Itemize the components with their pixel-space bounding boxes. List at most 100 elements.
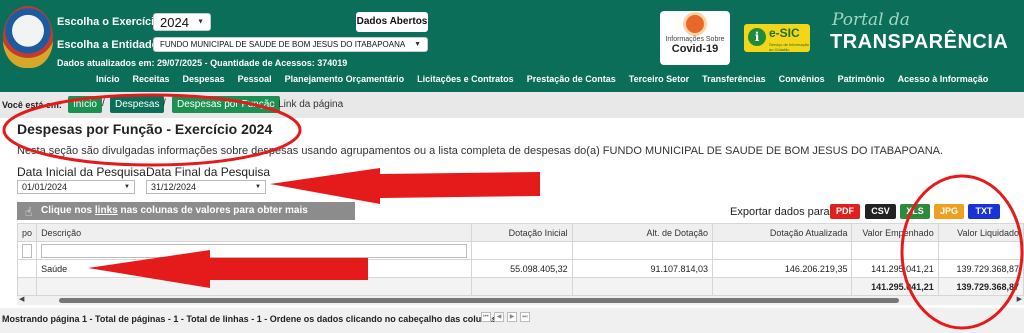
table-footer: Mostrando página 1 - Total de páginas - … — [0, 308, 1024, 333]
breadcrumb-item-despesas[interactable]: Despesas — [110, 96, 165, 113]
column-header-alteration[interactable]: Alt. de Dotação — [571, 223, 714, 242]
start-date-label: Data Inicial da Pesquisa — [17, 165, 146, 179]
entity-select[interactable]: FUNDO MUNICIPAL DE SAUDE DE BOM JESUS DO… — [153, 37, 428, 52]
menu-item-transferencias[interactable]: Transferências — [702, 74, 766, 84]
export-xls-button[interactable]: XLS — [900, 204, 930, 219]
menu-item-convenios[interactable]: Convênios — [779, 74, 825, 84]
end-date-value: 31/12/2024 — [151, 182, 197, 192]
chevron-down-icon: ▼ — [255, 184, 261, 190]
chevron-down-icon: ▼ — [124, 184, 130, 190]
expenses-table: po Descrição Dotação Inicial Alt. de Dot… — [16, 223, 1024, 296]
table-totals-row: 141.295.041,21 139.729.368,87 — [16, 277, 1024, 296]
breadcrumb-separator: / — [163, 98, 166, 109]
entity-label: Escolha a Entidade: — [57, 39, 162, 51]
total-cell — [16, 277, 38, 296]
next-page-icon[interactable]: ▶ — [507, 312, 517, 322]
hint-text-before: Clique nos — [41, 205, 95, 216]
esic-label: e-SIC — [769, 26, 800, 40]
annotation-arrow-dates — [270, 168, 540, 204]
horizontal-scrollbar[interactable]: ◀ ▶ — [17, 296, 1024, 305]
total-liquidated: 139.729.368,87 — [937, 277, 1024, 296]
menu-item-planejamento[interactable]: Planejamento Orçamentário — [285, 74, 405, 84]
info-icon: i — [748, 28, 766, 46]
filter-cell — [571, 241, 714, 260]
virus-icon — [686, 15, 704, 33]
table-cell — [16, 259, 38, 278]
export-label: Exportar dados para: — [730, 206, 833, 218]
total-cell — [571, 277, 714, 296]
page-title: Despesas por Função - Exercício 2024 — [17, 121, 273, 137]
open-data-button[interactable]: Dados Abertos — [356, 12, 428, 32]
breadcrumb-separator: / — [102, 98, 105, 109]
description-filter-input[interactable] — [41, 243, 468, 258]
menu-item-despesas[interactable]: Despesas — [183, 74, 225, 84]
covid-small-text: Informações Sobre — [665, 36, 725, 43]
breadcrumb-item-inicio[interactable]: Início — [68, 96, 102, 113]
table-header-row: po Descrição Dotação Inicial Alt. de Dot… — [16, 223, 1024, 242]
esic-button[interactable]: i e-SIC Serviço de Informação ao Cidadão — [744, 24, 810, 52]
first-page-icon[interactable]: ⏮ — [481, 312, 491, 322]
export-pdf-button[interactable]: PDF — [830, 204, 860, 219]
menu-item-licitacoes[interactable]: Licitações e Contratos — [417, 74, 514, 84]
column-header[interactable]: po — [16, 223, 38, 242]
table-cell-initial[interactable]: 55.098.405,32 — [471, 259, 573, 278]
esic-subtitle: Serviço de Informação ao Cidadão — [769, 42, 810, 52]
table-cell-committed[interactable]: 141.295.041,21 — [851, 259, 939, 278]
covid-info-button[interactable]: Informações Sobre Covid-19 — [660, 11, 730, 65]
scroll-right-icon[interactable]: ▶ — [1017, 295, 1022, 303]
end-date-select[interactable]: 31/12/2024 ▼ — [146, 180, 266, 194]
table-row: Saúde 55.098.405,32 91.107.814,03 146.20… — [16, 259, 1024, 278]
scroll-left-icon[interactable]: ◀ — [19, 295, 24, 303]
portal-title-line2: TRANSPARÊNCIA — [830, 31, 1009, 53]
breadcrumb-link-page[interactable]: - Link da página — [272, 99, 343, 110]
links-hint-bar: ☝ Clique nos links nas colunas de valore… — [17, 202, 355, 234]
column-header-initial[interactable]: Dotação Inicial — [471, 223, 573, 242]
breadcrumb-item-despesas-funcao[interactable]: Despesas por Função — [172, 96, 280, 113]
breadcrumb-label: Você está em: — [2, 100, 62, 110]
filter-cell — [471, 241, 573, 260]
column-header-committed[interactable]: Valor Empenhado — [851, 223, 939, 242]
end-date-label: Data Final da Pesquisa — [146, 165, 271, 179]
filter-cell — [712, 241, 853, 260]
portal-title-line1: Portal da — [832, 10, 910, 30]
menu-item-pessoal[interactable]: Pessoal — [238, 74, 272, 84]
total-cell — [36, 277, 473, 296]
breadcrumb: Você está em: Início / Despesas / Despes… — [0, 92, 1024, 118]
main-menu: Início Receitas Despesas Pessoal Planeja… — [96, 74, 988, 84]
pointer-hand-icon: ☝ — [25, 205, 33, 219]
exercise-select[interactable]: 2024 ▼ — [153, 13, 211, 31]
total-committed: 141.295.041,21 — [851, 277, 939, 296]
column-header-updated[interactable]: Dotação Atualizada — [712, 223, 853, 242]
chevron-down-icon: ▼ — [197, 18, 204, 26]
menu-item-inicio[interactable]: Início — [96, 74, 120, 84]
table-cell-updated[interactable]: 146.206.219,35 — [712, 259, 853, 278]
column-header-description[interactable]: Descrição — [36, 223, 473, 242]
filter-cell — [36, 241, 473, 260]
prev-page-icon[interactable]: ◀ — [494, 312, 504, 322]
scrollbar-thumb[interactable] — [59, 298, 899, 303]
last-page-icon[interactable]: ⏭ — [520, 312, 530, 322]
menu-item-receitas[interactable]: Receitas — [133, 74, 170, 84]
menu-item-terceiro-setor[interactable]: Terceiro Setor — [629, 74, 689, 84]
menu-item-acesso-informacao[interactable]: Acesso à Informação — [898, 74, 989, 84]
city-crest-logo — [3, 6, 53, 68]
updated-info: Dados atualizados em: 29/07/2025 - Quant… — [57, 58, 348, 68]
exercise-value: 2024 — [160, 15, 189, 30]
total-cell — [471, 277, 573, 296]
start-date-select[interactable]: 01/01/2024 ▼ — [17, 180, 135, 194]
table-filter-row — [16, 241, 1024, 260]
filter-cell — [851, 241, 939, 260]
chevron-down-icon: ▼ — [414, 40, 421, 48]
menu-item-patrimonio[interactable]: Patrimônio — [838, 74, 885, 84]
hint-link[interactable]: links — [95, 205, 118, 216]
table-cell-liquidated[interactable]: 139.729.368,87 — [937, 259, 1024, 278]
menu-item-prestacao[interactable]: Prestação de Contas — [527, 74, 616, 84]
table-cell-alteration[interactable]: 91.107.814,03 — [571, 259, 714, 278]
export-jpg-button[interactable]: JPG — [934, 204, 964, 219]
pagination-status: Mostrando página 1 - Total de páginas - … — [2, 314, 500, 324]
filter-cell — [937, 241, 1024, 260]
column-header-liquidated[interactable]: Valor Liquidado — [937, 223, 1024, 242]
filter-input[interactable] — [22, 243, 33, 258]
export-txt-button[interactable]: TXT — [968, 204, 1000, 219]
export-csv-button[interactable]: CSV — [865, 204, 896, 219]
